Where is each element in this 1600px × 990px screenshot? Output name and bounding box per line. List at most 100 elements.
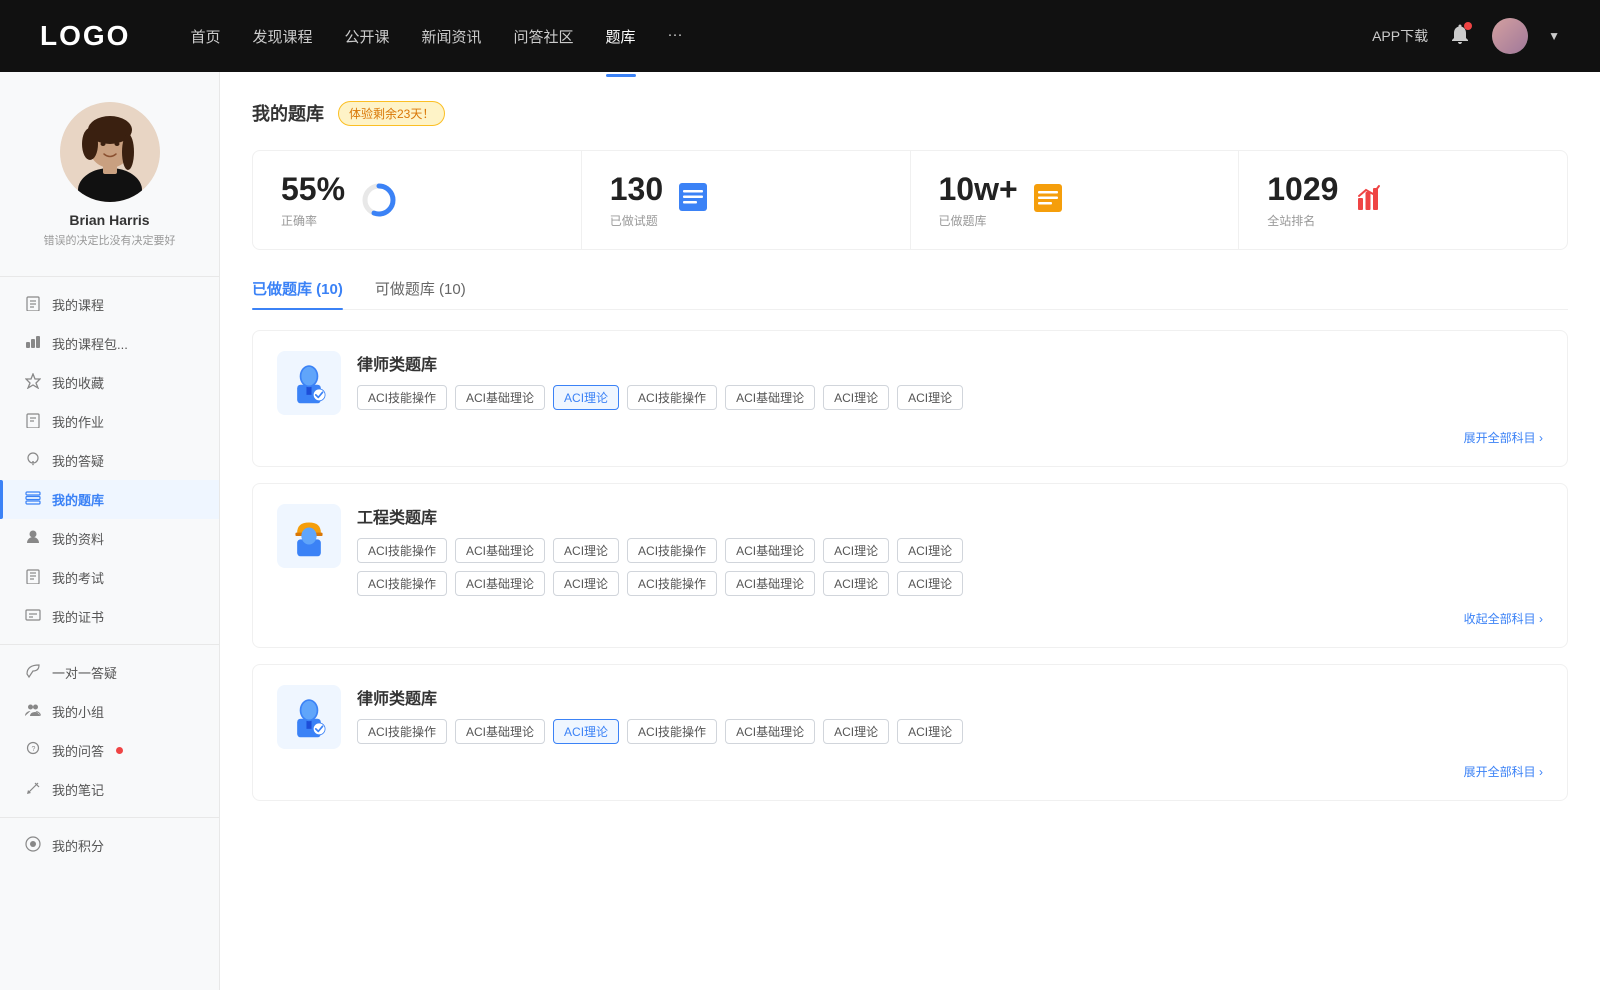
- qbank-expand-2[interactable]: 展开全部科目 ›: [277, 763, 1543, 780]
- stat-accuracy: 55% 正确率: [253, 151, 582, 249]
- tab-done[interactable]: 已做题库 (10): [252, 278, 343, 309]
- logo[interactable]: LOGO: [40, 20, 130, 52]
- homework-icon: [24, 412, 42, 431]
- tag-1-5[interactable]: ACI理论: [823, 538, 889, 563]
- qbank-expand-0[interactable]: 展开全部科目 ›: [277, 429, 1543, 446]
- avatar-image: [1492, 18, 1528, 54]
- tag-0-6[interactable]: ACI理论: [897, 385, 963, 410]
- sidebar-item-favorites[interactable]: 我的收藏: [0, 363, 219, 402]
- tag-0-4[interactable]: ACI基础理论: [725, 385, 815, 410]
- exam-icon: [24, 568, 42, 587]
- nav-qbank[interactable]: 题库: [606, 22, 636, 51]
- sidebar: Brian Harris 错误的决定比没有决定要好 我的课程 我的课程包... …: [0, 72, 220, 990]
- done-b-number: 10w+: [939, 171, 1018, 208]
- tag-1-7[interactable]: ACI技能操作: [357, 571, 447, 596]
- tag-1-4[interactable]: ACI基础理论: [725, 538, 815, 563]
- done-b-info: 10w+ 已做题库: [939, 171, 1018, 229]
- sidebar-item-homework[interactable]: 我的作业: [0, 402, 219, 441]
- tag-2-0[interactable]: ACI技能操作: [357, 719, 447, 744]
- tag-1-2[interactable]: ACI理论: [553, 538, 619, 563]
- tag-2-5[interactable]: ACI理论: [823, 719, 889, 744]
- profile-section: Brian Harris 错误的决定比没有决定要好: [0, 92, 219, 268]
- nav-home[interactable]: 首页: [190, 22, 220, 51]
- stat-done-banks: 10w+ 已做题库: [911, 151, 1240, 249]
- stat-done-questions: 130 已做试题: [582, 151, 911, 249]
- qbank-label: 我的题库: [52, 490, 104, 509]
- tag-1-11[interactable]: ACI基础理论: [725, 571, 815, 596]
- tag-1-3[interactable]: ACI技能操作: [627, 538, 717, 563]
- sidebar-item-notes[interactable]: 我的笔记: [0, 770, 219, 809]
- bell-notification-dot: [1464, 22, 1472, 30]
- stat-rank: 1029 全站排名: [1239, 151, 1567, 249]
- nav-news[interactable]: 新闻资讯: [422, 22, 482, 51]
- sidebar-item-qa[interactable]: 我的答疑: [0, 441, 219, 480]
- tag-0-3[interactable]: ACI技能操作: [627, 385, 717, 410]
- sidebar-item-exam[interactable]: 我的考试: [0, 558, 219, 597]
- sidebar-item-certificate[interactable]: 我的证书: [0, 597, 219, 636]
- sidebar-item-questions[interactable]: ? 我的问答: [0, 731, 219, 770]
- tag-2-2[interactable]: ACI理论: [553, 719, 619, 744]
- qbanks-container: 律师类题库 ACI技能操作ACI基础理论ACI理论ACI技能操作ACI基础理论A…: [252, 330, 1568, 801]
- sidebar-item-course-pkg[interactable]: 我的课程包...: [0, 324, 219, 363]
- qbank-type-icon-1: [277, 504, 341, 568]
- sidebar-item-points[interactable]: 我的积分: [0, 826, 219, 865]
- qa-icon: [24, 451, 42, 470]
- tags-row-1-0: ACI技能操作 ACI基础理论 ACI理论 ACI技能操作 ACI基础理论 ACI理论 AC…: [357, 538, 1543, 563]
- tag-0-1[interactable]: ACI基础理论: [455, 385, 545, 410]
- tag-1-0[interactable]: ACI技能操作: [357, 538, 447, 563]
- rank-icon: [1352, 182, 1384, 219]
- tag-1-1[interactable]: ACI基础理论: [455, 538, 545, 563]
- nav-more[interactable]: ···: [668, 22, 683, 51]
- tag-2-4[interactable]: ACI基础理论: [725, 719, 815, 744]
- tag-2-1[interactable]: ACI基础理论: [455, 719, 545, 744]
- accuracy-number: 55%: [281, 171, 345, 208]
- tag-0-2[interactable]: ACI理论: [553, 385, 619, 410]
- sidebar-item-profile[interactable]: 我的资料: [0, 519, 219, 558]
- courses-icon: [24, 295, 42, 314]
- tag-1-9[interactable]: ACI理论: [553, 571, 619, 596]
- qbank-card-2: 律师类题库 ACI技能操作ACI基础理论ACI理论ACI技能操作ACI基础理论A…: [252, 664, 1568, 801]
- main-content: 我的题库 体验剩余23天！ 55% 正确率: [220, 72, 1600, 990]
- 1on1-icon: [24, 663, 42, 682]
- notification-bell[interactable]: [1448, 22, 1472, 51]
- rank-info: 1029 全站排名: [1267, 171, 1338, 229]
- tag-1-12[interactable]: ACI理论: [823, 571, 889, 596]
- nav-qa[interactable]: 问答社区: [514, 22, 574, 51]
- nav-discover[interactable]: 发现课程: [252, 22, 312, 51]
- avatar[interactable]: [1492, 18, 1528, 54]
- tag-2-6[interactable]: ACI理论: [897, 719, 963, 744]
- tag-1-10[interactable]: ACI技能操作: [627, 571, 717, 596]
- questions-label: 我的问答: [52, 741, 104, 760]
- tag-1-8[interactable]: ACI基础理论: [455, 571, 545, 596]
- app-download-link[interactable]: APP下载: [1372, 26, 1428, 46]
- sidebar-item-groups[interactable]: 我的小组: [0, 692, 219, 731]
- stats-row: 55% 正确率 130 已做试题: [252, 150, 1568, 250]
- tab-todo[interactable]: 可做题库 (10): [375, 278, 466, 309]
- sidebar-item-courses[interactable]: 我的课程: [0, 285, 219, 324]
- notes-icon: [24, 780, 42, 799]
- tag-1-13[interactable]: ACI理论: [897, 571, 963, 596]
- sidebar-divider-2: [0, 644, 219, 645]
- profile-motto: 错误的决定比没有决定要好: [20, 232, 199, 248]
- svg-text:?: ?: [32, 746, 36, 753]
- qbank-expand-1[interactable]: 收起全部科目 ›: [277, 610, 1543, 627]
- qa-label: 我的答疑: [52, 451, 104, 470]
- qbank-type-icon-0: [277, 351, 341, 415]
- tag-0-0[interactable]: ACI技能操作: [357, 385, 447, 410]
- sidebar-item-qbank[interactable]: 我的题库: [0, 480, 219, 519]
- tag-0-5[interactable]: ACI理论: [823, 385, 889, 410]
- 1on1-label: 一对一答疑: [52, 663, 117, 682]
- navbar: LOGO 首页 发现课程 公开课 新闻资讯 问答社区 题库 ··· APP下载 …: [0, 0, 1600, 72]
- tag-2-3[interactable]: ACI技能操作: [627, 719, 717, 744]
- course-pkg-icon: [24, 334, 42, 353]
- sidebar-item-1on1[interactable]: 一对一答疑: [0, 653, 219, 692]
- tag-1-6[interactable]: ACI理论: [897, 538, 963, 563]
- profile-icon: [24, 529, 42, 548]
- done-q-icon: [677, 181, 709, 220]
- nav-open-course[interactable]: 公开课: [344, 22, 389, 51]
- accuracy-label: 正确率: [281, 212, 345, 229]
- tags-row-0-0: ACI技能操作 ACI基础理论 ACI理论 ACI技能操作 ACI基础理论 ACI理论 AC…: [357, 385, 1543, 410]
- points-label: 我的积分: [52, 836, 104, 855]
- avatar-dropdown-icon[interactable]: ▼: [1548, 29, 1560, 43]
- accuracy-info: 55% 正确率: [281, 171, 345, 229]
